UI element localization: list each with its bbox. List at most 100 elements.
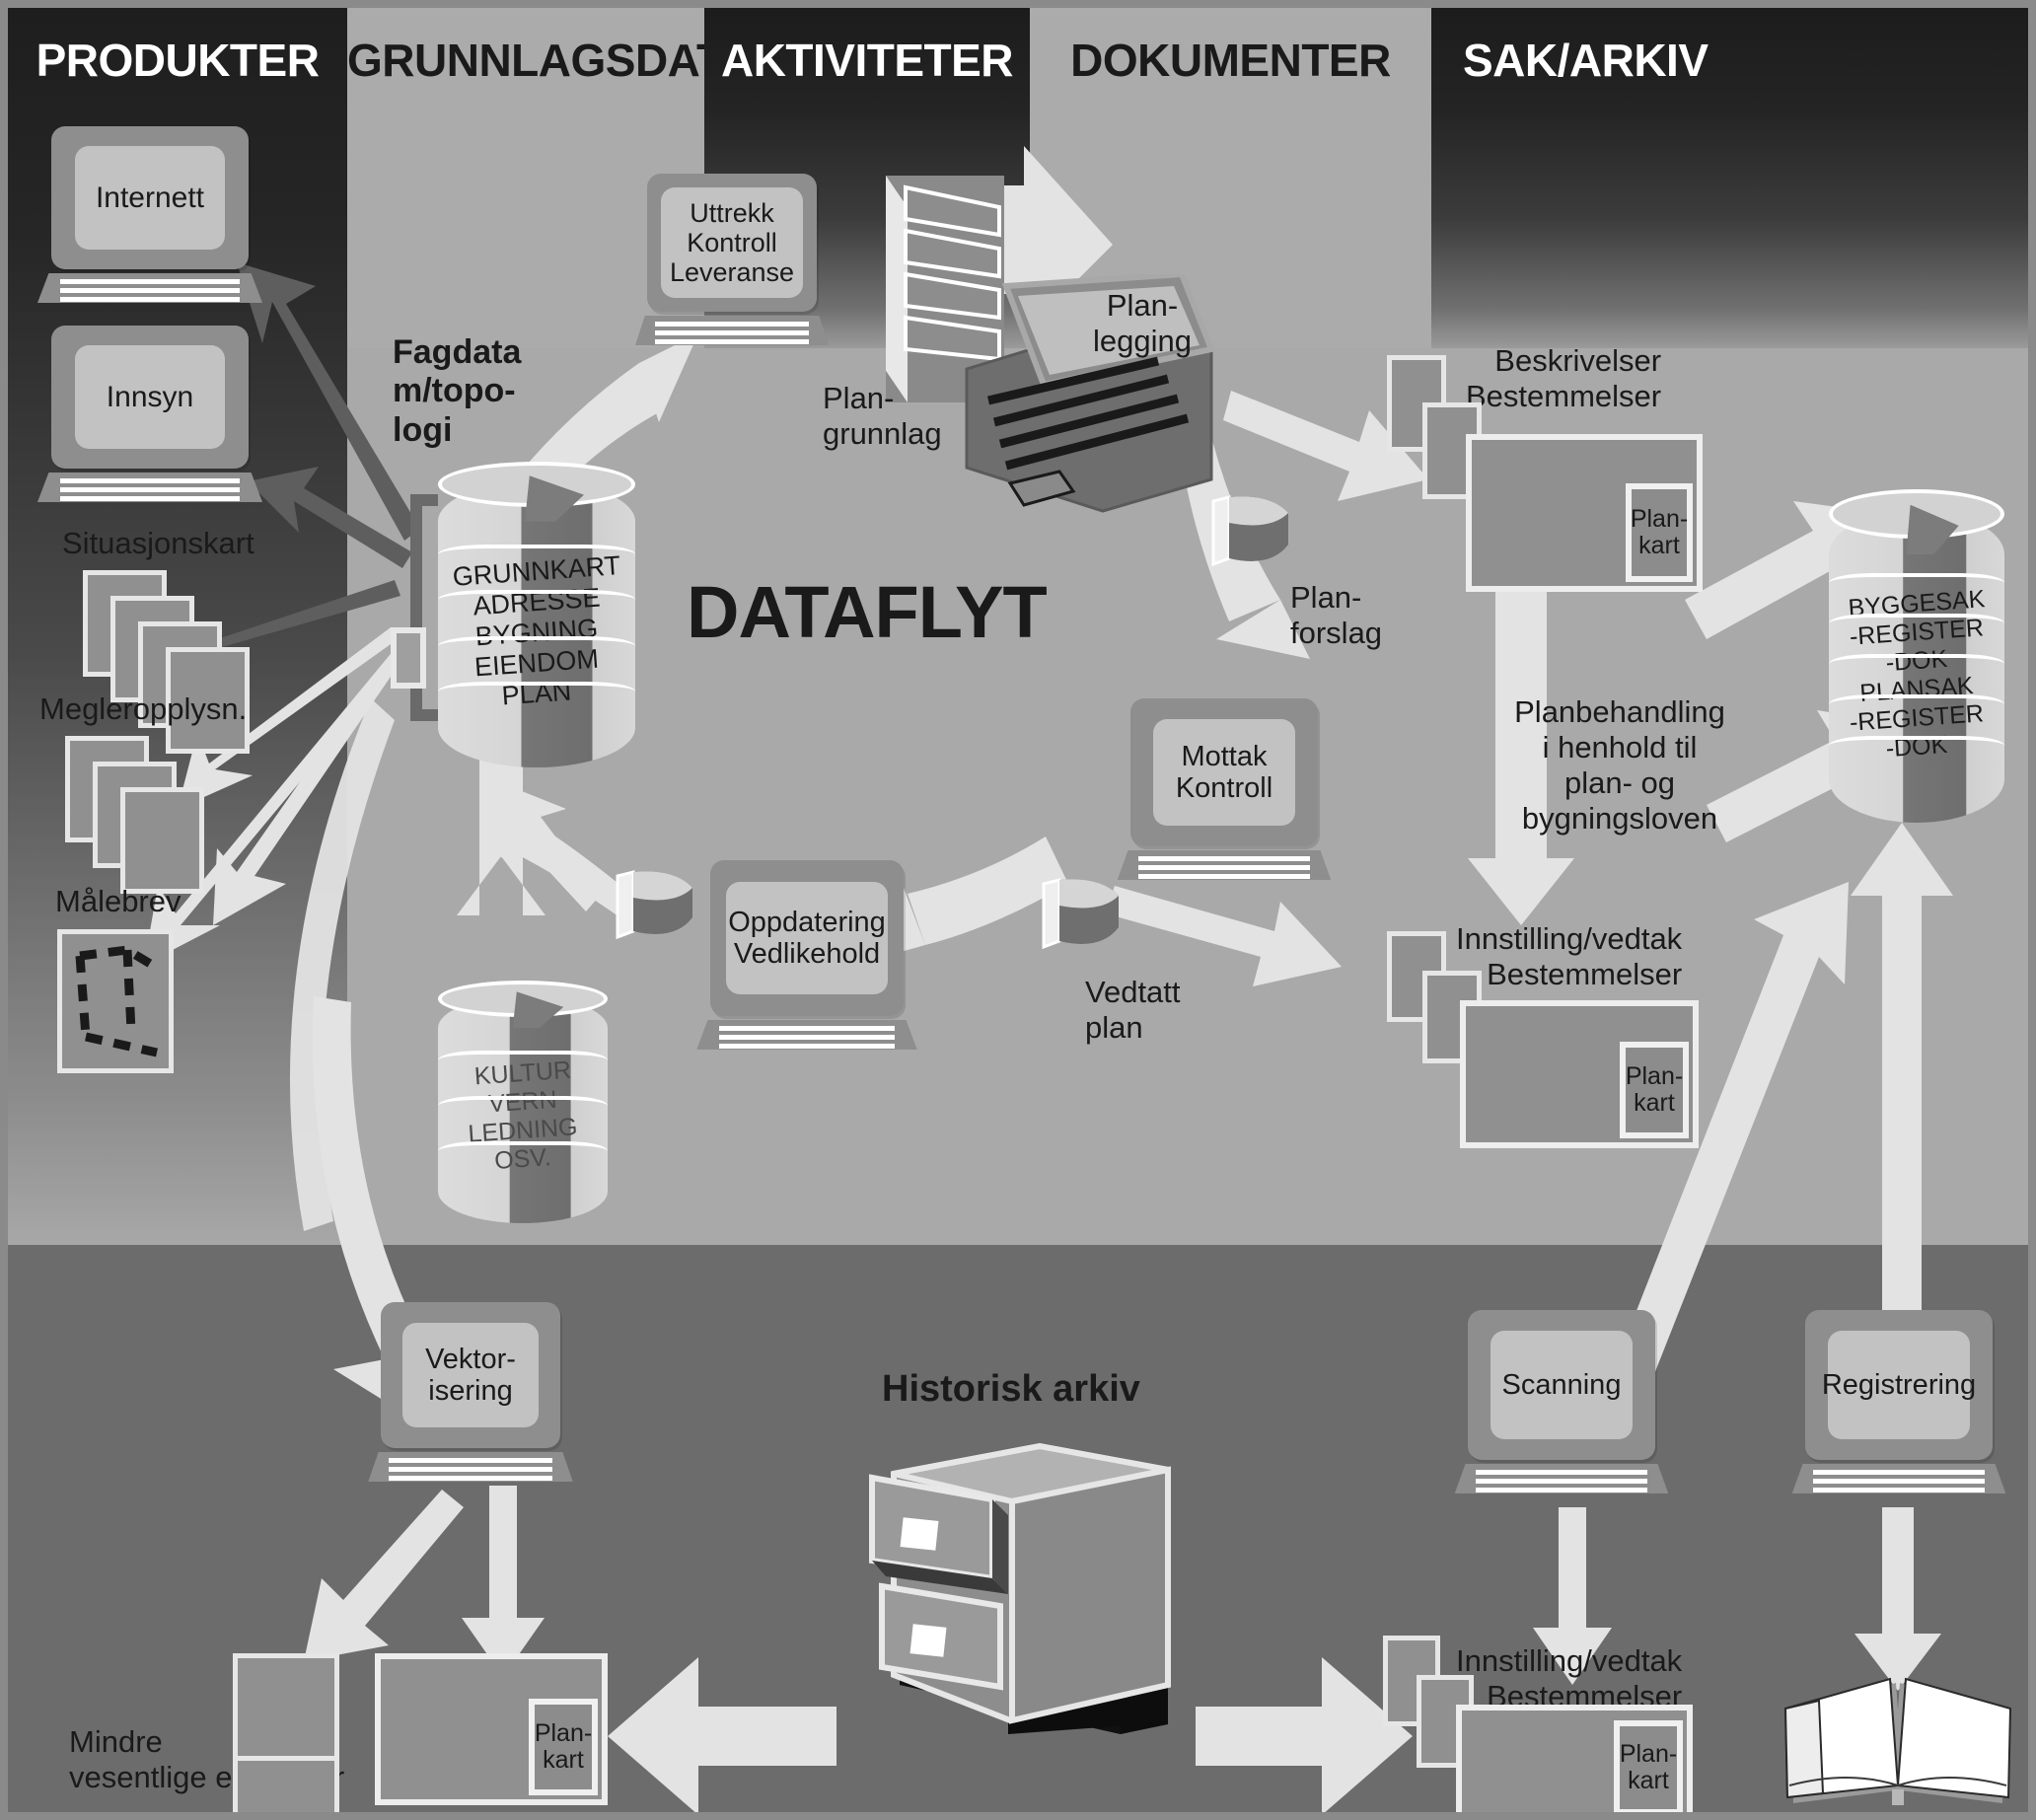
database-sak-arkiv[interactable]: BYGGESAK -REGISTER -DOK PLANSAK -REGISTE… xyxy=(1829,488,2004,823)
open-book-icon xyxy=(1780,1675,2016,1812)
monitor-screen: Uttrekk Kontroll Leveranse xyxy=(660,187,804,298)
monitor-oppdatering-vedlikehold[interactable]: Oppdatering Vedlikehold xyxy=(696,860,917,1050)
document-plan-historisk[interactable]: Plan- kart xyxy=(375,1653,608,1805)
monitor-label-innsyn: Innsyn xyxy=(106,380,194,413)
monitor-case: Internett xyxy=(51,126,249,269)
monitor-case: Oppdatering Vedlikehold xyxy=(710,860,904,1016)
column-title-dokumenter: DOKUMENTER xyxy=(1070,35,1391,86)
label-planbehandling-line3: plan- og xyxy=(1563,764,1676,800)
monitor-scanning[interactable]: Scanning xyxy=(1454,1310,1669,1493)
book-svg xyxy=(1783,1677,2012,1805)
plankart-inset: Plan- kart xyxy=(1614,1720,1683,1812)
column-title-aktiviteter: AKTIVITETER xyxy=(720,35,1014,86)
label-fagdata: Fagdata m/topo- logi xyxy=(393,333,521,450)
document-innstilling-historisk[interactable]: Plan- kart xyxy=(1456,1705,1693,1812)
monitor-case: Scanning xyxy=(1468,1310,1655,1460)
label-plankart-hist2-line1: Plan- xyxy=(1619,1739,1678,1768)
monitor-keyboard xyxy=(634,316,830,345)
cylinder-ring xyxy=(438,590,635,610)
label-plankart2-line2: kart xyxy=(1634,1089,1675,1117)
label-beskrivelser: Beskrivelser xyxy=(1494,343,1662,378)
planforslag-puck xyxy=(1201,493,1300,584)
monitor-label-line2: Kontroll xyxy=(687,227,777,257)
monitor-screen: Internett xyxy=(75,146,225,250)
doc-sheet xyxy=(233,1756,339,1812)
label-innstilling-hist-line1: Innstilling/vedtak xyxy=(1456,1643,1683,1678)
monitor-screen: Vektor- isering xyxy=(401,1322,540,1428)
label-fagdata-line2: m/topo- xyxy=(393,372,516,410)
monitor-screen: Mottak Kontroll xyxy=(1152,719,1296,826)
monitor-keyboard xyxy=(37,273,262,303)
monitor-case: Vektor- isering xyxy=(381,1302,560,1448)
label-innstilling: Innstilling/vedtak xyxy=(1456,921,1683,956)
label-vedtatt-plan-line2: plan xyxy=(1085,1009,1143,1045)
monitor-screen: Oppdatering Vedlikehold xyxy=(725,882,889,994)
label-plankart-hist-line1: Plan- xyxy=(534,1718,593,1747)
label-vedtatt-plan: Vedtatt plan xyxy=(1085,975,1181,1046)
monitor-label-line1: Vektor- xyxy=(425,1343,516,1375)
monitor-case: Uttrekk Kontroll Leveranse xyxy=(647,174,817,312)
label-plankart-line2: kart xyxy=(1638,532,1680,559)
monitor-label-scanning: Scanning xyxy=(1501,1368,1622,1401)
monitor-keyboard xyxy=(37,473,262,502)
cabinet-svg xyxy=(869,1442,1171,1734)
label-malebrev: Målebrev xyxy=(55,884,182,918)
laptop-planlegging[interactable]: Plan- legging xyxy=(915,270,1231,570)
monitor-keyboard xyxy=(368,1452,573,1482)
monitor-screen: Scanning xyxy=(1490,1331,1634,1439)
cylinder-rows: GRUNNKART ADRESSE BYGNING EIENDOM PLAN xyxy=(438,481,635,767)
monitor-screen: Registrering xyxy=(1822,1331,1976,1439)
monitor-mottak-kontroll[interactable]: Mottak Kontroll xyxy=(1117,698,1332,880)
document-innstilling-vedtak[interactable]: Plan- kart xyxy=(1460,1000,1699,1148)
monitor-label-line3: Leveranse xyxy=(669,257,795,288)
monitor-vektorisering[interactable]: Vektor- isering xyxy=(368,1302,573,1482)
monitor-keyboard xyxy=(1117,850,1332,880)
diagram-title: DATAFLYT xyxy=(687,571,1048,653)
cylinder-ring xyxy=(438,635,635,656)
monitor-innsyn[interactable]: Innsyn xyxy=(37,326,262,502)
cylinder-ring xyxy=(1829,614,2004,633)
cylinder-ring xyxy=(438,682,635,701)
cylinder-ring xyxy=(438,1096,608,1116)
monitor-case: Innsyn xyxy=(51,326,249,469)
fagdata-puck xyxy=(608,868,702,955)
label-bestemmelser2: Bestemmelser xyxy=(1487,956,1683,991)
monitor-label-line1: Uttrekk xyxy=(690,197,774,228)
monitor-label-line1: Mottak xyxy=(1181,740,1268,772)
monitor-uttrekk[interactable]: Uttrekk Kontroll Leveranse xyxy=(634,174,830,345)
label-plankart2-line1: Plan- xyxy=(1625,1061,1684,1090)
column-band-sakarkiv: SAK/ARKIV xyxy=(1431,8,2028,348)
doc-sheet xyxy=(233,1653,339,1764)
label-megleropplysn: Megleropplysn. xyxy=(39,692,248,726)
plankart-inset: Plan- kart xyxy=(1626,483,1693,582)
monitor-screen: Innsyn xyxy=(75,345,225,449)
label-planbehandling: Planbehandling i henhold til plan- og by… xyxy=(1482,694,1758,837)
doc-sheet xyxy=(120,787,204,894)
label-planbehandling-line2: i henhold til xyxy=(1542,729,1698,764)
cylinder-ring xyxy=(1829,573,2004,593)
database-grunnlagsdata[interactable]: GRUNNKART ADRESSE BYGNING EIENDOM PLAN xyxy=(438,461,635,767)
label-planforslag-line1: Plan- xyxy=(1290,580,1362,615)
label-plankart-hist-line2: kart xyxy=(543,1746,584,1774)
db-port xyxy=(391,627,426,689)
column-title-grunnlagsdata: GRUNNLAGSDATA xyxy=(347,35,753,86)
label-planbehandling-line1: Planbehandling xyxy=(1514,694,1725,729)
monitor-registrering[interactable]: Registrering xyxy=(1791,1310,2006,1493)
label-planlegging-line2: legging xyxy=(1093,323,1192,358)
malebrev-map xyxy=(57,929,174,1073)
cylinder-ring xyxy=(1829,654,2004,674)
monitor-label-line2: Vedlikehold xyxy=(733,938,881,970)
document-plan-beskrivelser[interactable]: Plan- kart xyxy=(1466,434,1703,592)
cylinder-ring xyxy=(438,1051,608,1070)
label-planforslag: Plan- forslag xyxy=(1290,580,1382,651)
database-fagdata[interactable]: KULTUR VERN LEDNING OSV. xyxy=(438,980,608,1223)
monitor-label-line1: Oppdatering xyxy=(728,906,886,938)
column-title-produkter: PRODUKTER xyxy=(36,35,320,86)
label-planforslag-line2: forslag xyxy=(1290,615,1383,650)
label-fagdata-line1: Fagdata xyxy=(393,333,522,371)
monitor-internett[interactable]: Internett xyxy=(37,126,262,303)
label-plankart-hist2-line2: kart xyxy=(1628,1767,1669,1794)
monitor-keyboard xyxy=(696,1020,917,1050)
cylinder-ring xyxy=(1829,694,2004,714)
parcel-map-icon xyxy=(75,945,160,1057)
